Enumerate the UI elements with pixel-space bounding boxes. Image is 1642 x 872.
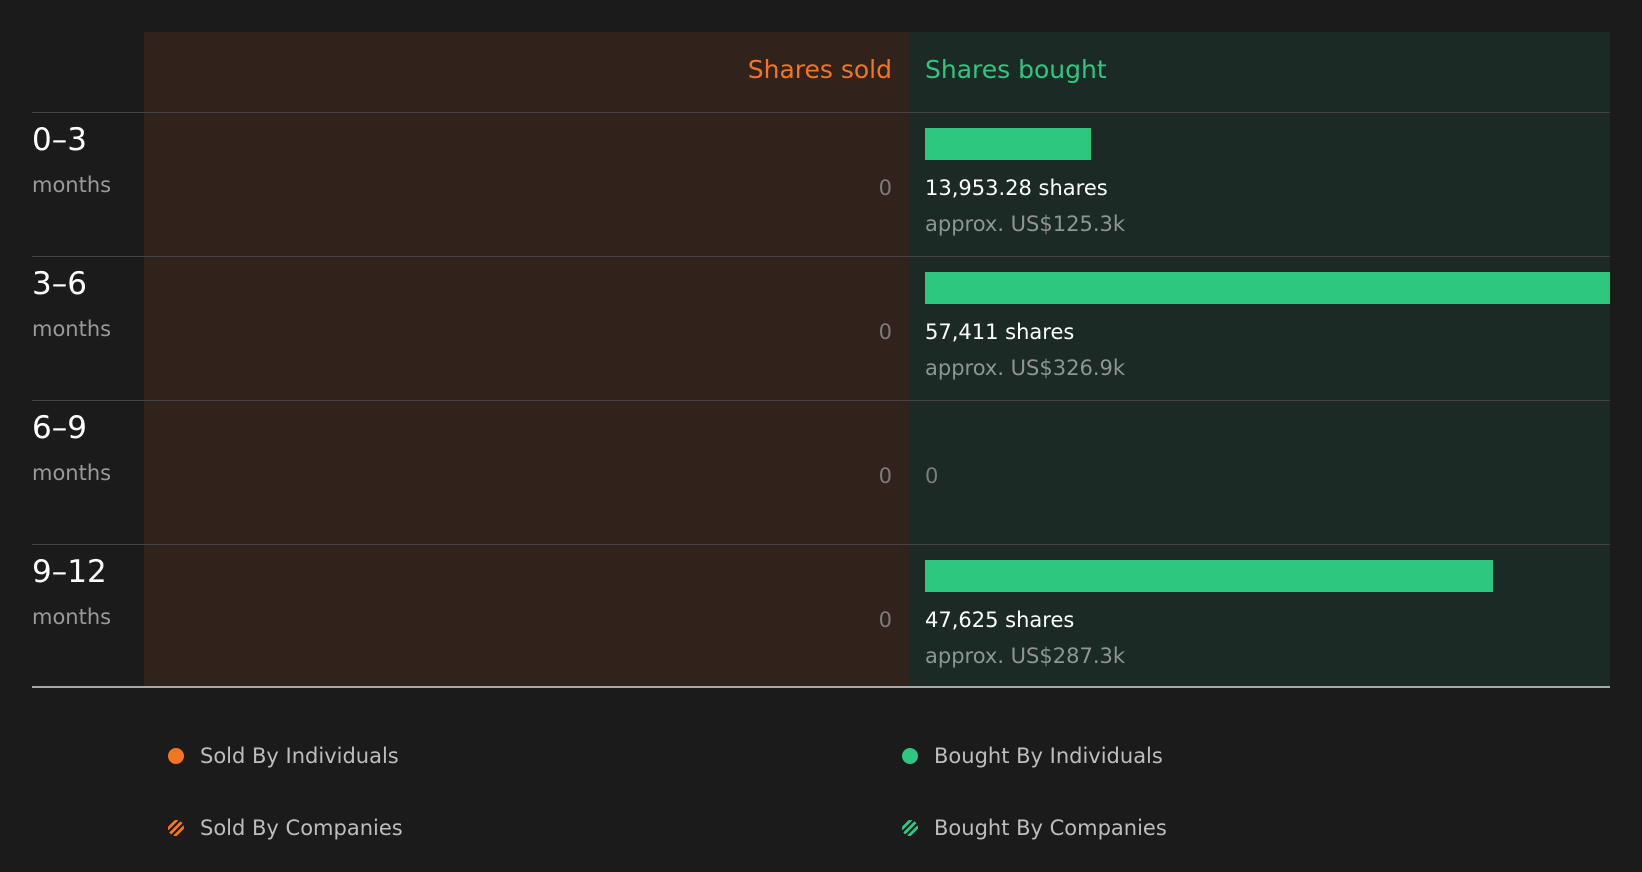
bought-bar <box>925 128 1091 160</box>
row-range-label: 6–9 <box>32 410 87 446</box>
bought-shares-label: 13,953.28 shares <box>925 176 1108 200</box>
sold-value-label: 0 <box>879 176 892 200</box>
bought-value-label: approx. US$125.3k <box>925 212 1126 236</box>
row-unit-label: months <box>32 461 111 485</box>
row-unit-label: months <box>32 605 111 629</box>
bought-header: Shares bought <box>925 55 1107 84</box>
row-range-label: 3–6 <box>32 266 87 302</box>
green-dot-icon <box>902 748 918 764</box>
bought-bar <box>925 272 1610 304</box>
legend-sold-companies: Sold By Companies <box>168 816 403 840</box>
row-unit-label: months <box>32 173 111 197</box>
orange-dot-icon <box>168 748 184 764</box>
bought-bar <box>925 560 1493 592</box>
green-hatched-dot-icon <box>902 820 918 836</box>
bought-shares-label: 0 <box>925 464 938 488</box>
sold-header: Shares sold <box>748 55 892 84</box>
insider-trading-chart: Shares sold Shares bought 0–3 months 0 13,9… <box>32 32 1610 688</box>
bought-shares-label: 57,411 shares <box>925 320 1074 344</box>
sold-value-label: 0 <box>879 320 892 344</box>
legend-sold-individuals: Sold By Individuals <box>168 744 399 768</box>
orange-hatched-dot-icon <box>168 820 184 836</box>
sold-panel <box>144 32 909 687</box>
row-range-label: 9–12 <box>32 554 107 590</box>
bought-value-label: approx. US$326.9k <box>925 356 1126 380</box>
legend-sold-individuals-label: Sold By Individuals <box>200 744 399 768</box>
legend-sold-companies-label: Sold By Companies <box>200 816 403 840</box>
legend-bought-companies-label: Bought By Companies <box>934 816 1167 840</box>
legend-bought-individuals-label: Bought By Individuals <box>934 744 1163 768</box>
legend-bought-companies: Bought By Companies <box>902 816 1167 840</box>
legend-bought-individuals: Bought By Individuals <box>902 744 1163 768</box>
row-unit-label: months <box>32 317 111 341</box>
sold-value-label: 0 <box>879 608 892 632</box>
sold-value-label: 0 <box>879 464 892 488</box>
bought-shares-label: 47,625 shares <box>925 608 1074 632</box>
bought-value-label: approx. US$287.3k <box>925 644 1126 668</box>
row-range-label: 0–3 <box>32 122 87 158</box>
